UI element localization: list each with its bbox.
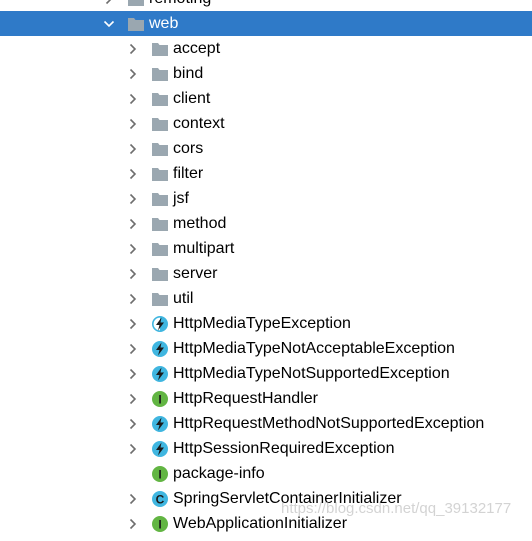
tree-item-label: HttpRequestMethodNotSupportedException bbox=[173, 415, 485, 432]
chevron-right-icon[interactable] bbox=[126, 436, 140, 461]
folder-icon bbox=[127, 0, 145, 7]
tree-item-label: cors bbox=[173, 140, 204, 157]
chevron-right-icon[interactable] bbox=[126, 411, 140, 436]
folder-icon bbox=[151, 215, 169, 232]
tree-item-label: HttpMediaTypeException bbox=[173, 315, 351, 332]
chevron-down-icon[interactable] bbox=[102, 11, 116, 36]
tree-row-httpmediatypenotsupportedexception[interactable]: HttpMediaTypeNotSupportedException bbox=[0, 361, 532, 386]
folder-icon bbox=[151, 265, 169, 282]
tree-row-httpsessionrequiredexception[interactable]: HttpSessionRequiredException bbox=[0, 436, 532, 461]
tree-row-filter[interactable]: filter bbox=[0, 161, 532, 186]
svg-text:I: I bbox=[158, 468, 161, 482]
folder-icon bbox=[127, 15, 145, 32]
exception-class-icon bbox=[151, 340, 169, 357]
chevron-right-icon[interactable] bbox=[126, 286, 140, 311]
chevron-right-icon[interactable] bbox=[126, 61, 140, 86]
interface-icon: I bbox=[151, 465, 169, 482]
tree-row-httprequesthandler[interactable]: I HttpRequestHandler bbox=[0, 386, 532, 411]
tree-row-httprequestmethodnotsupportedexception[interactable]: HttpRequestMethodNotSupportedException bbox=[0, 411, 532, 436]
tree-item-label: filter bbox=[173, 165, 204, 182]
tree-item-label: package-info bbox=[173, 465, 265, 482]
tree-item-label: client bbox=[173, 90, 211, 107]
tree-item-label: HttpMediaTypeNotSupportedException bbox=[173, 365, 450, 382]
tree-row-client[interactable]: client bbox=[0, 86, 532, 111]
tree-item-label: HttpMediaTypeNotAcceptableException bbox=[173, 340, 455, 357]
chevron-right-icon[interactable] bbox=[126, 186, 140, 211]
tree-row-accept[interactable]: accept bbox=[0, 36, 532, 61]
tree-row-package-info[interactable]: Ipackage-info bbox=[0, 461, 532, 486]
tree-item-label: server bbox=[173, 265, 218, 282]
folder-icon bbox=[151, 140, 169, 157]
exception-class-icon bbox=[151, 365, 169, 382]
abstract-exception-class-icon bbox=[151, 315, 169, 332]
tree-row-httpmediatypenotacceptableexception[interactable]: HttpMediaTypeNotAcceptableException bbox=[0, 336, 532, 361]
tree-row-cors[interactable]: cors bbox=[0, 136, 532, 161]
tree-row-server[interactable]: server bbox=[0, 261, 532, 286]
tree-row-util[interactable]: util bbox=[0, 286, 532, 311]
tree-row-httpmediatypeexception[interactable]: HttpMediaTypeException bbox=[0, 311, 532, 336]
tree-item-label: util bbox=[173, 290, 194, 307]
tree-item-label: context bbox=[173, 115, 225, 132]
tree-item-label: web bbox=[149, 15, 179, 32]
tree-item-label: method bbox=[173, 215, 227, 232]
chevron-right-icon[interactable] bbox=[126, 261, 140, 286]
tree-item-label: bind bbox=[173, 65, 204, 82]
svg-text:I: I bbox=[158, 518, 161, 532]
chevron-right-icon[interactable] bbox=[126, 161, 140, 186]
tree-item-label: remoting bbox=[149, 0, 211, 11]
tree-item-label: accept bbox=[173, 40, 221, 57]
tree-item-label: multipart bbox=[173, 240, 235, 257]
svg-text:I: I bbox=[158, 393, 161, 407]
folder-icon bbox=[151, 240, 169, 257]
tree-row-method[interactable]: method bbox=[0, 211, 532, 236]
tree-item-label: HttpRequestHandler bbox=[173, 390, 318, 407]
interface-icon: I bbox=[151, 515, 169, 532]
chevron-right-icon[interactable] bbox=[126, 361, 140, 386]
folder-icon bbox=[151, 290, 169, 307]
tree-item-label: jsf bbox=[173, 190, 189, 207]
chevron-right-icon[interactable] bbox=[126, 86, 140, 111]
folder-icon bbox=[151, 190, 169, 207]
tree-row-remoting[interactable]: remoting bbox=[0, 0, 532, 11]
class-icon: C bbox=[151, 490, 169, 507]
tree-item-label: HttpSessionRequiredException bbox=[173, 440, 395, 457]
chevron-right-icon[interactable] bbox=[102, 0, 116, 11]
chevron-right-icon[interactable] bbox=[126, 236, 140, 261]
interface-icon: I bbox=[151, 390, 169, 407]
chevron-right-icon[interactable] bbox=[126, 336, 140, 361]
tree-row-jsf[interactable]: jsf bbox=[0, 186, 532, 211]
exception-class-icon bbox=[151, 415, 169, 432]
chevron-right-icon[interactable] bbox=[126, 136, 140, 161]
folder-icon bbox=[151, 40, 169, 57]
svg-text:C: C bbox=[156, 493, 165, 507]
tree-row-bind[interactable]: bind bbox=[0, 61, 532, 86]
folder-icon bbox=[151, 90, 169, 107]
tree-row-context[interactable]: context bbox=[0, 111, 532, 136]
tree-row-web[interactable]: web bbox=[0, 11, 532, 36]
chevron-right-icon[interactable] bbox=[126, 111, 140, 136]
folder-icon bbox=[151, 65, 169, 82]
tree-row-multipart[interactable]: multipart bbox=[0, 236, 532, 261]
watermark-text: https://blog.csdn.net/qq_39132177 bbox=[281, 500, 512, 517]
chevron-right-icon[interactable] bbox=[126, 211, 140, 236]
chevron-right-icon[interactable] bbox=[126, 511, 140, 536]
chevron-right-icon[interactable] bbox=[126, 386, 140, 411]
chevron-right-icon[interactable] bbox=[126, 36, 140, 61]
project-tree: remoting web accept bind client context cors fi… bbox=[0, 0, 532, 536]
chevron-right-icon[interactable] bbox=[126, 486, 140, 511]
folder-icon bbox=[151, 115, 169, 132]
exception-class-icon bbox=[151, 440, 169, 457]
chevron-right-icon[interactable] bbox=[126, 311, 140, 336]
folder-icon bbox=[151, 165, 169, 182]
